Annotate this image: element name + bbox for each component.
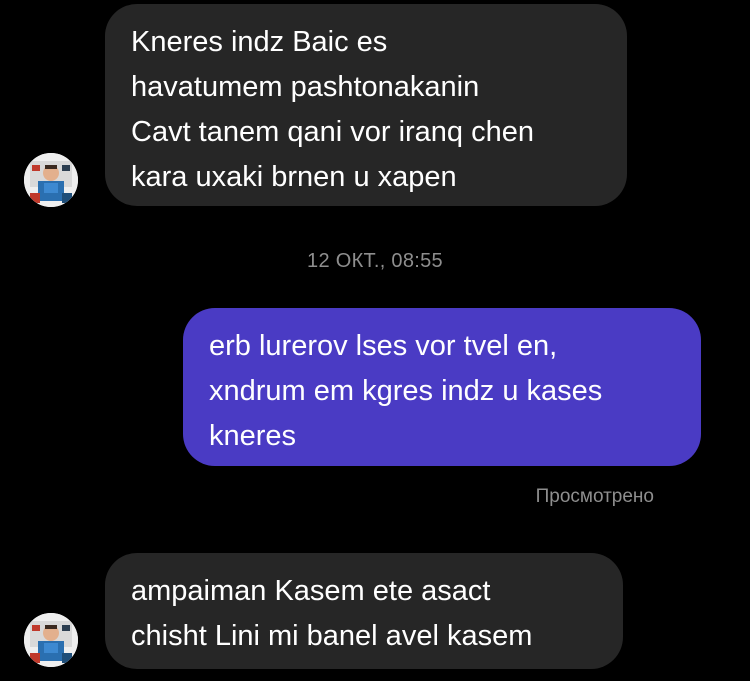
incoming-message-bubble[interactable]: ampaiman Kasem ete asact chisht Lini mi …	[105, 553, 623, 669]
outgoing-message-bubble[interactable]: erb lurerov lses vor tvel en, xndrum em …	[183, 308, 701, 466]
contact-avatar-icon[interactable]	[24, 613, 78, 667]
incoming-message-bubble[interactable]: Kneres indz Baic es havatumem pashtonaka…	[105, 4, 627, 206]
avatar-image	[24, 153, 78, 207]
contact-avatar-icon[interactable]	[24, 153, 78, 207]
chat-thread[interactable]: Kneres indz Baic es havatumem pashtonaka…	[0, 0, 750, 681]
message-timestamp: 12 ОКТ., 08:55	[307, 250, 443, 272]
avatar-image	[24, 613, 78, 667]
seen-status: Просмотрено	[535, 486, 654, 507]
